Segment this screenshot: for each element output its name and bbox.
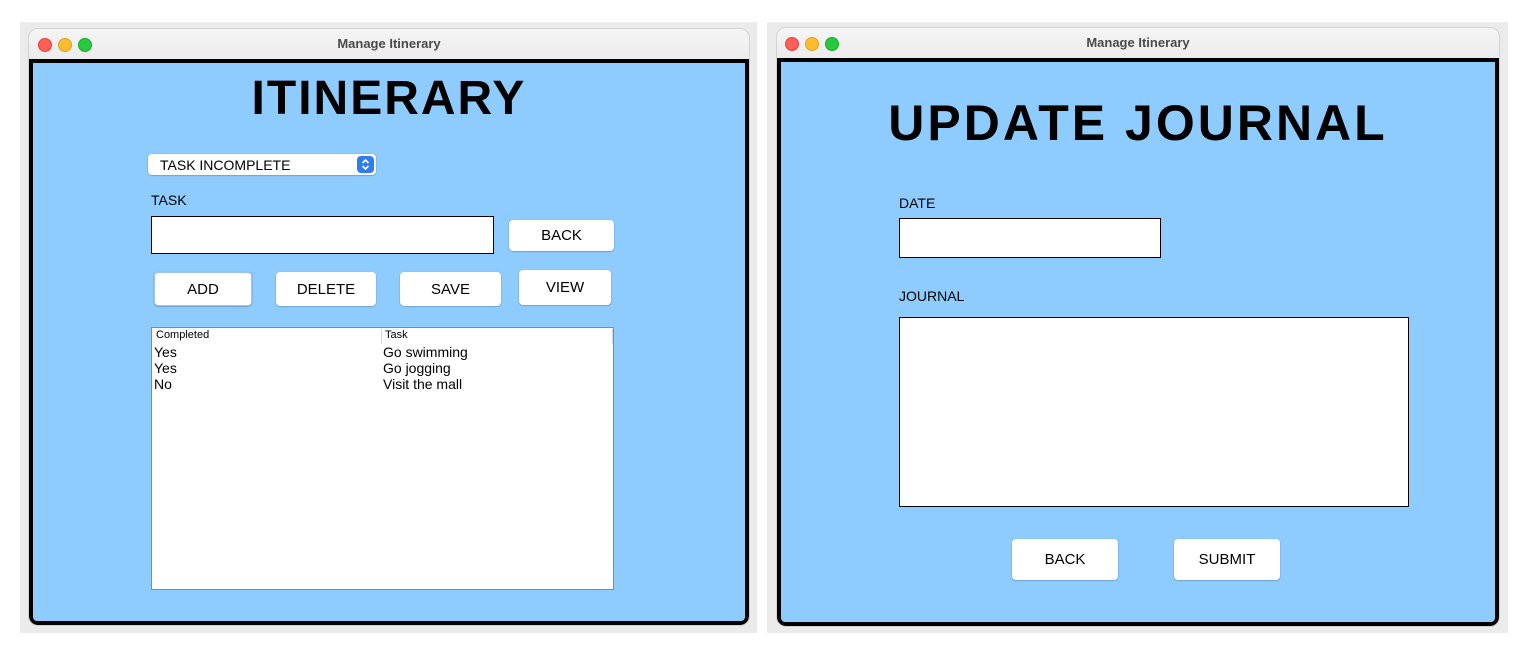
title-bar[interactable]: Manage Itinerary <box>777 28 1499 59</box>
delete-button[interactable]: DELETE <box>276 272 376 306</box>
table-row-3-task[interactable]: Visit the mall <box>383 376 462 392</box>
task-input[interactable] <box>151 216 494 254</box>
back-button[interactable]: BACK <box>1012 539 1118 580</box>
column-header-task[interactable]: Task <box>382 329 613 344</box>
task-table[interactable]: Completed Task Yes Go swimming Yes Go jo… <box>151 327 614 590</box>
add-button[interactable]: ADD <box>154 272 252 306</box>
title-bar[interactable]: Manage Itinerary <box>29 29 749 60</box>
task-status-select[interactable]: TASK INCOMPLETE <box>148 154 376 175</box>
view-button[interactable]: VIEW <box>519 270 611 305</box>
table-row-1-completed[interactable]: Yes <box>154 344 177 360</box>
save-button[interactable]: SAVE <box>400 272 501 306</box>
journal-textarea[interactable] <box>899 317 1409 507</box>
task-label: TASK <box>151 192 187 208</box>
back-button[interactable]: BACK <box>509 220 614 251</box>
column-header-completed[interactable]: Completed <box>153 329 382 344</box>
table-row-1-task[interactable]: Go swimming <box>383 344 468 360</box>
table-row-2-completed[interactable]: Yes <box>154 360 177 376</box>
itinerary-panel: ITINERARY TASK INCOMPLETE TASK BACK ADD … <box>29 59 749 625</box>
date-label: DATE <box>899 195 936 211</box>
journal-window: Manage Itinerary UPDATE JOURNAL DATE JOU… <box>776 27 1500 627</box>
page-title: UPDATE JOURNAL <box>888 95 1388 151</box>
chevron-up-down-icon[interactable] <box>357 156 374 173</box>
date-input[interactable] <box>899 218 1161 258</box>
journal-panel: UPDATE JOURNAL DATE JOURNAL BACK SUBMIT <box>777 58 1499 626</box>
window-title: Manage Itinerary <box>337 36 441 51</box>
table-row-2-task[interactable]: Go jogging <box>383 360 451 376</box>
window-title: Manage Itinerary <box>1086 35 1190 50</box>
submit-button[interactable]: SUBMIT <box>1174 539 1280 580</box>
itinerary-window: Manage Itinerary ITINERARY TASK INCOMPLE… <box>28 28 750 626</box>
journal-label: JOURNAL <box>899 288 965 304</box>
table-row-3-completed[interactable]: No <box>154 376 172 392</box>
task-status-select-value: TASK INCOMPLETE <box>160 157 291 173</box>
page-title: ITINERARY <box>251 72 527 125</box>
